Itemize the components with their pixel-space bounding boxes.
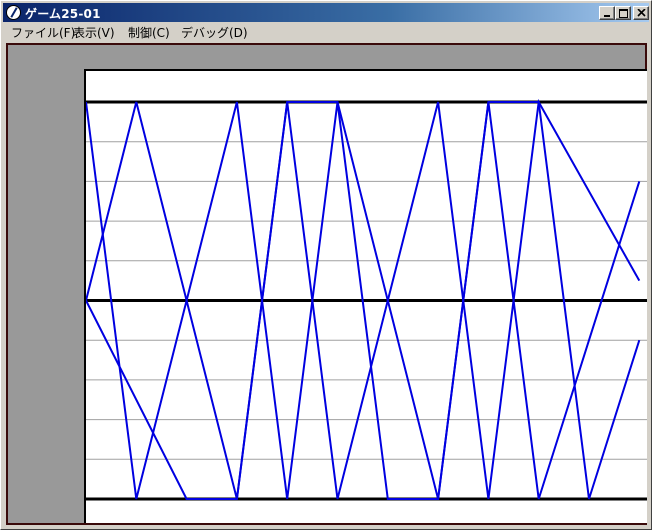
- maximize-button[interactable]: [615, 6, 631, 20]
- title-bar[interactable]: ゲーム25-01: [3, 3, 649, 22]
- close-icon: [637, 9, 646, 17]
- app-window: ゲーム25-01 ファイル(F) 表示(V) 制御(C) デバッグ(D): [0, 0, 652, 530]
- menu-debug[interactable]: デバッグ(D): [181, 24, 248, 41]
- menu-file[interactable]: ファイル(F): [11, 24, 75, 41]
- menu-control[interactable]: 制御(C): [128, 24, 170, 41]
- waveform-area: [84, 69, 647, 523]
- menu-view[interactable]: 表示(V): [73, 24, 115, 41]
- minimize-button[interactable]: [599, 6, 615, 20]
- app-icon[interactable]: [6, 5, 21, 20]
- close-button[interactable]: [633, 6, 649, 20]
- game-canvas[interactable]: [6, 43, 647, 525]
- window-title: ゲーム25-01: [25, 7, 101, 21]
- waveform-plot: [86, 98, 647, 501]
- top-gray-band: [8, 45, 645, 69]
- menu-bar: ファイル(F) 表示(V) 制御(C) デバッグ(D): [3, 22, 649, 41]
